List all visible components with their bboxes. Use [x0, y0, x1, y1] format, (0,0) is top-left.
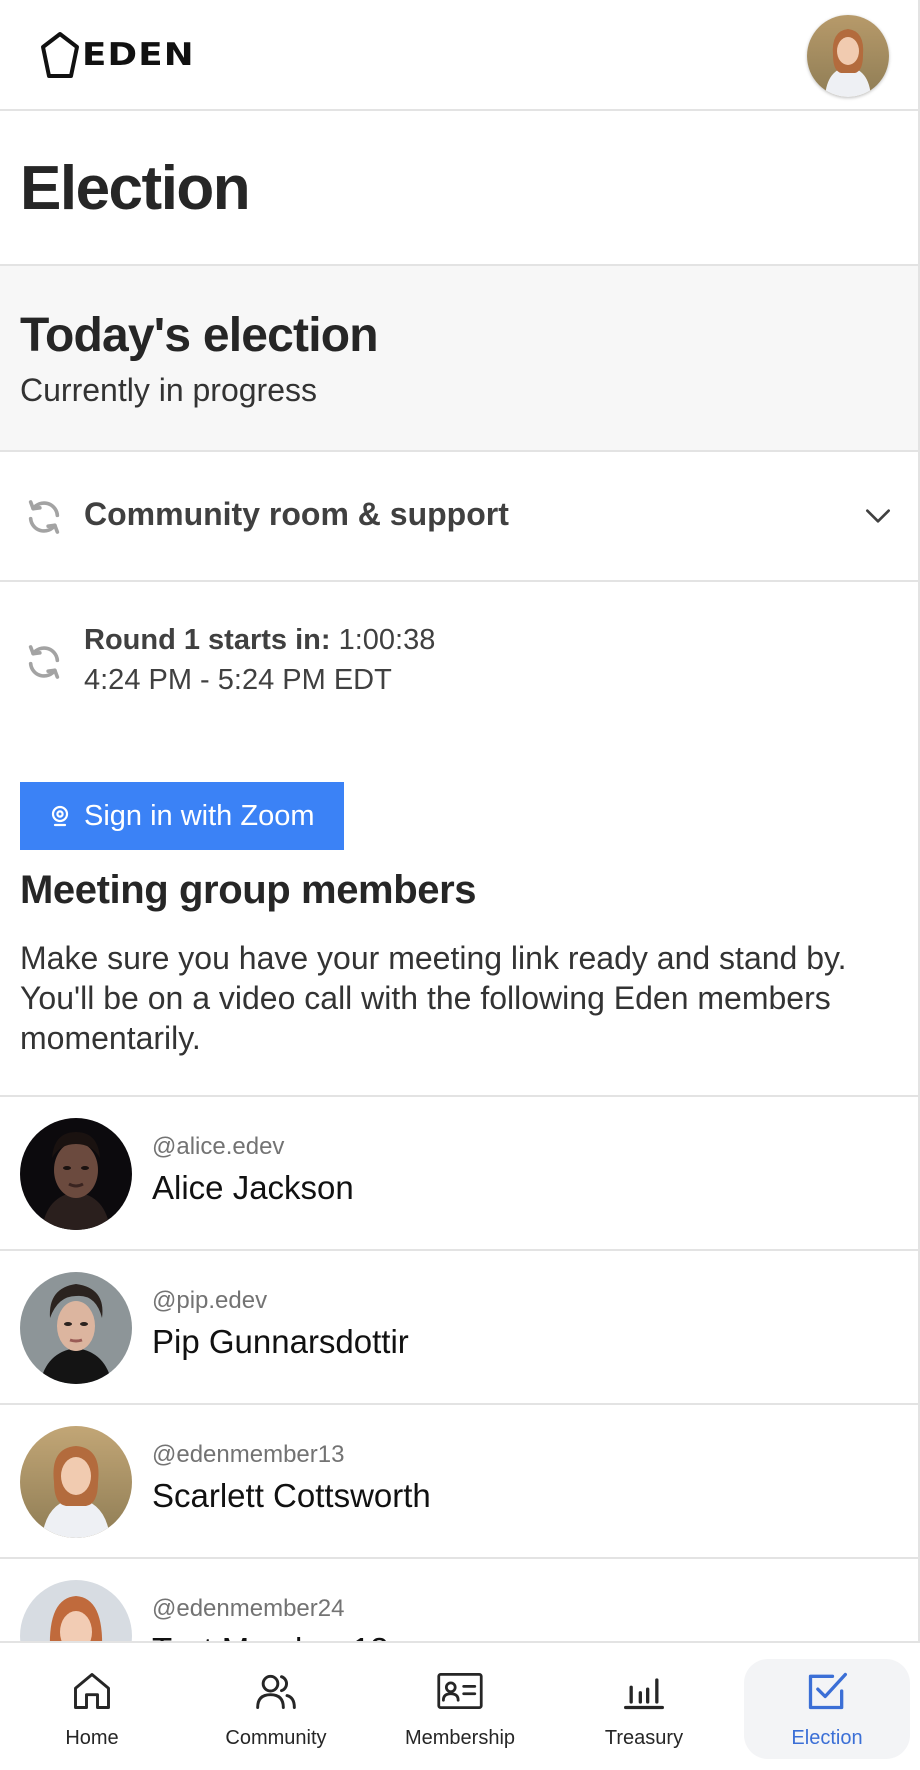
member-avatar-image [20, 1426, 132, 1538]
sync-icon [24, 497, 64, 542]
page-title: Election [20, 154, 251, 223]
countdown-value: 1:00:38 [338, 624, 436, 656]
nav-label: Membership [404, 1727, 516, 1749]
election-status-text: Currently in progress [20, 372, 317, 408]
member-name: Pip Gunnarsdottir [152, 1323, 409, 1360]
nav-item-community[interactable]: Community [206, 1643, 346, 1770]
page-title-row: Election [0, 111, 918, 266]
list-item[interactable]: @pip.edev Pip Gunnarsdottir [0, 1249, 918, 1403]
list-item[interactable]: @alice.edev Alice Jackson [0, 1095, 918, 1249]
top-bar: EDEN [0, 0, 918, 111]
users-icon [254, 1667, 298, 1715]
member-handle: @alice.edev [152, 1133, 285, 1160]
app: EDEN Election Today's election Currently… [0, 0, 920, 1770]
nav-label: Community [225, 1727, 327, 1749]
round-countdown: Round 1 starts in: 1:00:38 [84, 624, 435, 657]
eden-logo-icon [41, 32, 79, 78]
eden-logo[interactable]: EDEN [40, 28, 194, 82]
logo-text: EDEN [82, 37, 195, 73]
member-handle: @edenmember13 [152, 1441, 345, 1468]
member-avatar-image [20, 1118, 132, 1230]
member-avatar [20, 1272, 132, 1384]
round-time-range: 4:24 PM - 5:24 PM EDT [84, 664, 392, 696]
webcam-icon [48, 804, 72, 828]
id-card-icon [436, 1667, 484, 1715]
nav-item-membership[interactable]: Membership [392, 1643, 528, 1770]
member-name: Alice Jackson [152, 1169, 354, 1206]
member-handle: @pip.edev [152, 1287, 268, 1314]
bottom-nav: Home Community Membership Treasury Elect… [0, 1641, 920, 1770]
member-avatar [20, 1118, 132, 1230]
list-item[interactable]: @edenmember13 Scarlett Cottsworth [0, 1403, 918, 1557]
bar-chart-icon [622, 1667, 666, 1715]
meeting-group-description: Make sure you have your meeting link rea… [20, 940, 847, 1056]
nav-item-home[interactable]: Home [40, 1643, 144, 1770]
home-icon [70, 1667, 114, 1715]
member-name: Scarlett Cottsworth [152, 1477, 431, 1514]
nav-label: Election [791, 1727, 863, 1749]
checkbox-icon [805, 1667, 849, 1715]
sign-in-with-zoom-button[interactable]: Sign in with Zoom [20, 782, 344, 850]
nav-item-election[interactable]: Election [744, 1659, 910, 1759]
member-avatar-image [20, 1272, 132, 1384]
zoom-button-label: Sign in with Zoom [84, 799, 315, 832]
user-avatar-image [807, 15, 889, 97]
member-avatar [20, 1426, 132, 1538]
content-column: EDEN Election Today's election Currently… [0, 0, 920, 1770]
member-handle: @edenmember24 [152, 1595, 345, 1622]
member-list: @alice.edev Alice Jackson @pip.edev Pip … [0, 1095, 918, 1711]
sync-icon [24, 642, 64, 687]
nav-label: Home [65, 1727, 119, 1749]
user-avatar[interactable] [807, 15, 889, 97]
round-label: Round 1 starts in: [84, 624, 331, 656]
meeting-group-title: Meeting group members [20, 868, 477, 912]
todays-election-title: Today's election [20, 309, 379, 362]
community-room-accordion[interactable]: Community room & support [0, 452, 918, 582]
community-room-label: Community room & support [84, 496, 509, 532]
nav-item-treasury[interactable]: Treasury [590, 1643, 698, 1770]
nav-label: Treasury [604, 1727, 684, 1749]
chevron-down-icon[interactable] [862, 500, 894, 537]
todays-election-panel: Today's election Currently in progress [0, 266, 918, 452]
